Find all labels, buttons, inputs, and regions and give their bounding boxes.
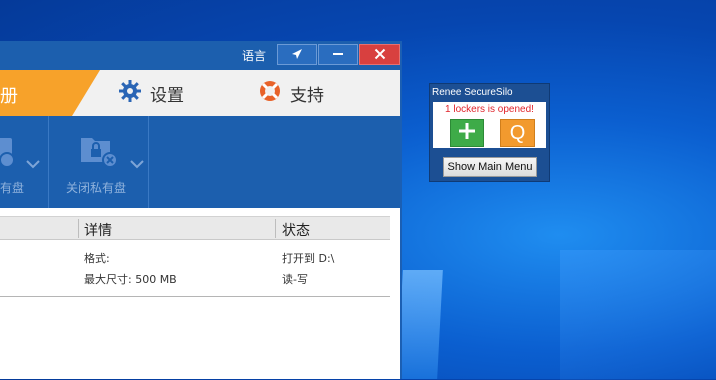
lifebuoy-icon <box>258 79 290 108</box>
add-locker-button[interactable] <box>450 119 484 147</box>
toolbar: 有盘 关闭私有盘 <box>0 116 400 208</box>
widget-body: 1 lockers is opened! Q <box>433 102 546 148</box>
tool1-label: 有盘 <box>0 181 25 195</box>
status-open-to: 打开到 D:\ <box>282 252 335 265</box>
details-format: 格式: <box>84 252 110 265</box>
close-locker-tool[interactable]: 关闭私有盘 <box>48 116 149 208</box>
locker-open-icon <box>0 136 16 172</box>
chevron-down-icon[interactable] <box>130 154 144 173</box>
widget-status: 1 lockers is opened! <box>445 104 534 115</box>
column-divider[interactable] <box>78 219 79 238</box>
app-window: 语言 册 设置 支持 有盘 关闭私有盘 详情 状态 格式: 最大尺寸: 500 … <box>0 41 402 379</box>
column-header-details[interactable]: 详情 <box>84 220 112 240</box>
tool2-label: 关闭私有盘 <box>66 181 127 195</box>
menu-tab-support[interactable]: 支持 <box>258 70 324 116</box>
locker-list: 详情 状态 格式: 最大尺寸: 500 MB 打开到 D:\ 读-写 <box>0 208 400 379</box>
securesilo-widget[interactable]: Renee SecureSilo 1 lockers is opened! Q … <box>429 83 550 182</box>
desktop-light-beam <box>397 270 443 379</box>
show-main-menu-button[interactable]: Show Main Menu <box>443 157 537 177</box>
close-icon <box>374 45 386 64</box>
open-locker-tool[interactable]: 有盘 <box>0 116 49 208</box>
title-bar: 语言 <box>0 41 400 70</box>
column-divider[interactable] <box>275 219 276 238</box>
chevron-down-icon[interactable] <box>26 154 40 173</box>
minimize-button[interactable] <box>318 44 358 65</box>
quick-open-button[interactable]: Q <box>500 119 535 147</box>
send-button[interactable] <box>277 44 317 65</box>
quick-open-label: Q <box>509 121 526 144</box>
locker-table: 详情 状态 格式: 最大尺寸: 500 MB 打开到 D:\ 读-写 <box>0 216 390 300</box>
desktop-light-reflection <box>560 250 716 380</box>
language-menu[interactable]: 语言 <box>242 47 266 64</box>
column-header-status[interactable]: 状态 <box>282 220 310 240</box>
send-icon <box>291 45 303 64</box>
details-max-size: 最大尺寸: 500 MB <box>84 273 177 286</box>
locker-close-icon <box>80 132 120 172</box>
menu-tab-register-label: 册 <box>0 86 18 107</box>
gear-icon <box>118 79 150 108</box>
menu-tab-settings[interactable]: 设置 <box>118 70 184 116</box>
table-header: 详情 状态 <box>0 216 390 240</box>
menu-bar: 册 设置 支持 <box>0 70 400 116</box>
widget-title: Renee SecureSilo <box>432 87 513 98</box>
close-button[interactable] <box>359 44 400 65</box>
minimize-icon <box>332 45 344 64</box>
table-row[interactable]: 格式: 最大尺寸: 500 MB 打开到 D:\ 读-写 <box>0 240 390 300</box>
row-divider <box>0 296 390 297</box>
status-mode: 读-写 <box>282 273 308 286</box>
menu-tab-support-label: 支持 <box>290 85 324 106</box>
menu-tab-settings-label: 设置 <box>150 85 184 106</box>
plus-icon <box>458 122 476 144</box>
